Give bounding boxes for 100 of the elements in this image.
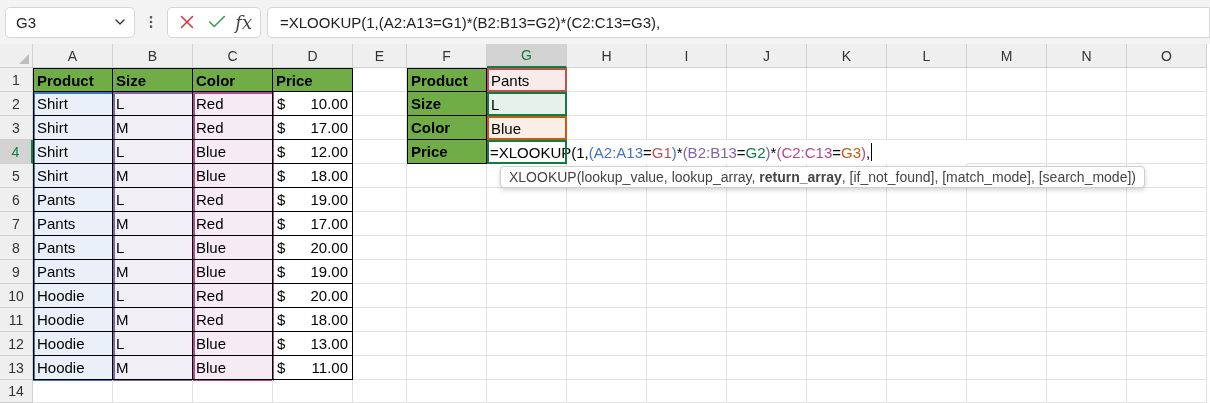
empty-cell[interactable] bbox=[193, 380, 273, 403]
empty-cell[interactable] bbox=[727, 332, 807, 356]
empty-cell[interactable] bbox=[807, 308, 887, 332]
empty-cell[interactable] bbox=[567, 236, 647, 260]
empty-cell[interactable] bbox=[407, 284, 487, 308]
empty-cell[interactable] bbox=[807, 260, 887, 284]
empty-cell[interactable] bbox=[407, 260, 487, 284]
empty-cell[interactable] bbox=[727, 68, 807, 92]
empty-cell[interactable] bbox=[353, 212, 407, 236]
empty-cell[interactable] bbox=[967, 380, 1047, 403]
empty-cell[interactable] bbox=[407, 236, 487, 260]
empty-cell[interactable] bbox=[1127, 68, 1207, 92]
empty-cell[interactable] bbox=[353, 164, 407, 188]
row-header[interactable]: 8 bbox=[0, 236, 33, 260]
empty-cell[interactable] bbox=[807, 332, 887, 356]
empty-cell[interactable] bbox=[727, 212, 807, 236]
empty-cell[interactable] bbox=[807, 236, 887, 260]
empty-cell[interactable] bbox=[647, 284, 727, 308]
empty-cell[interactable] bbox=[567, 284, 647, 308]
empty-cell[interactable] bbox=[567, 332, 647, 356]
empty-cell[interactable] bbox=[1047, 140, 1127, 164]
row-header[interactable]: 14 bbox=[0, 380, 33, 403]
empty-cell[interactable] bbox=[1047, 116, 1127, 140]
empty-cell[interactable] bbox=[567, 308, 647, 332]
empty-cell[interactable] bbox=[1127, 212, 1207, 236]
empty-cell[interactable] bbox=[647, 68, 727, 92]
empty-cell[interactable] bbox=[887, 356, 967, 380]
empty-cell[interactable] bbox=[647, 92, 727, 116]
empty-cell[interactable] bbox=[487, 260, 567, 284]
row-header[interactable]: 2 bbox=[0, 92, 33, 116]
empty-cell[interactable] bbox=[887, 212, 967, 236]
row-header[interactable]: 3 bbox=[0, 116, 33, 140]
empty-cell[interactable] bbox=[887, 332, 967, 356]
empty-cell[interactable] bbox=[487, 284, 567, 308]
empty-cell[interactable] bbox=[647, 260, 727, 284]
empty-cell[interactable] bbox=[807, 380, 887, 403]
empty-cell[interactable] bbox=[727, 92, 807, 116]
column-header[interactable]: A bbox=[33, 44, 113, 68]
empty-cell[interactable] bbox=[487, 212, 567, 236]
empty-cell[interactable] bbox=[1047, 356, 1127, 380]
empty-cell[interactable] bbox=[647, 380, 727, 403]
row-header[interactable]: 13 bbox=[0, 356, 33, 380]
empty-cell[interactable] bbox=[407, 332, 487, 356]
row-header[interactable]: 10 bbox=[0, 284, 33, 308]
empty-cell[interactable] bbox=[1047, 332, 1127, 356]
empty-cell[interactable] bbox=[647, 332, 727, 356]
empty-cell[interactable] bbox=[1127, 92, 1207, 116]
empty-cell[interactable] bbox=[487, 332, 567, 356]
empty-cell[interactable] bbox=[1127, 260, 1207, 284]
empty-cell[interactable] bbox=[647, 212, 727, 236]
empty-cell[interactable] bbox=[353, 380, 407, 403]
empty-cell[interactable] bbox=[407, 164, 487, 188]
empty-cell[interactable] bbox=[1047, 236, 1127, 260]
column-header[interactable]: B bbox=[113, 44, 193, 68]
row-header[interactable]: 12 bbox=[0, 332, 33, 356]
empty-cell[interactable] bbox=[647, 236, 727, 260]
empty-cell[interactable] bbox=[487, 356, 567, 380]
empty-cell[interactable] bbox=[1127, 356, 1207, 380]
empty-cell[interactable] bbox=[353, 284, 407, 308]
empty-cell[interactable] bbox=[1047, 260, 1127, 284]
empty-cell[interactable] bbox=[1127, 308, 1207, 332]
column-header[interactable]: G bbox=[487, 44, 567, 68]
empty-cell[interactable] bbox=[1127, 332, 1207, 356]
empty-cell[interactable] bbox=[567, 356, 647, 380]
empty-cell[interactable] bbox=[727, 356, 807, 380]
empty-cell[interactable] bbox=[967, 116, 1047, 140]
row-header[interactable]: 11 bbox=[0, 308, 33, 332]
empty-cell[interactable] bbox=[967, 68, 1047, 92]
empty-cell[interactable] bbox=[967, 212, 1047, 236]
empty-cell[interactable] bbox=[807, 92, 887, 116]
column-header[interactable]: I bbox=[647, 44, 727, 68]
empty-cell[interactable] bbox=[727, 236, 807, 260]
empty-cell[interactable] bbox=[807, 284, 887, 308]
column-header[interactable]: F bbox=[407, 44, 487, 68]
empty-cell[interactable] bbox=[887, 68, 967, 92]
empty-cell[interactable] bbox=[353, 308, 407, 332]
empty-cell[interactable] bbox=[113, 380, 193, 403]
empty-cell[interactable] bbox=[353, 236, 407, 260]
column-header[interactable]: J bbox=[727, 44, 807, 68]
column-header[interactable]: D bbox=[273, 44, 353, 68]
column-header[interactable]: L bbox=[887, 44, 967, 68]
empty-cell[interactable] bbox=[647, 308, 727, 332]
empty-cell[interactable] bbox=[353, 356, 407, 380]
empty-cell[interactable] bbox=[407, 212, 487, 236]
empty-cell[interactable] bbox=[1127, 116, 1207, 140]
empty-cell[interactable] bbox=[487, 236, 567, 260]
empty-cell[interactable] bbox=[887, 260, 967, 284]
row-header[interactable]: 7 bbox=[0, 212, 33, 236]
column-header[interactable]: E bbox=[353, 44, 407, 68]
empty-cell[interactable] bbox=[567, 260, 647, 284]
column-header[interactable]: C bbox=[193, 44, 273, 68]
empty-cell[interactable] bbox=[487, 380, 567, 403]
row-header[interactable]: 1 bbox=[0, 68, 33, 92]
empty-cell[interactable] bbox=[567, 212, 647, 236]
empty-cell[interactable] bbox=[807, 356, 887, 380]
empty-cell[interactable] bbox=[1047, 92, 1127, 116]
column-header[interactable]: K bbox=[807, 44, 887, 68]
empty-cell[interactable] bbox=[727, 308, 807, 332]
row-header[interactable]: 4 bbox=[0, 140, 33, 164]
select-all-button[interactable] bbox=[0, 44, 33, 68]
